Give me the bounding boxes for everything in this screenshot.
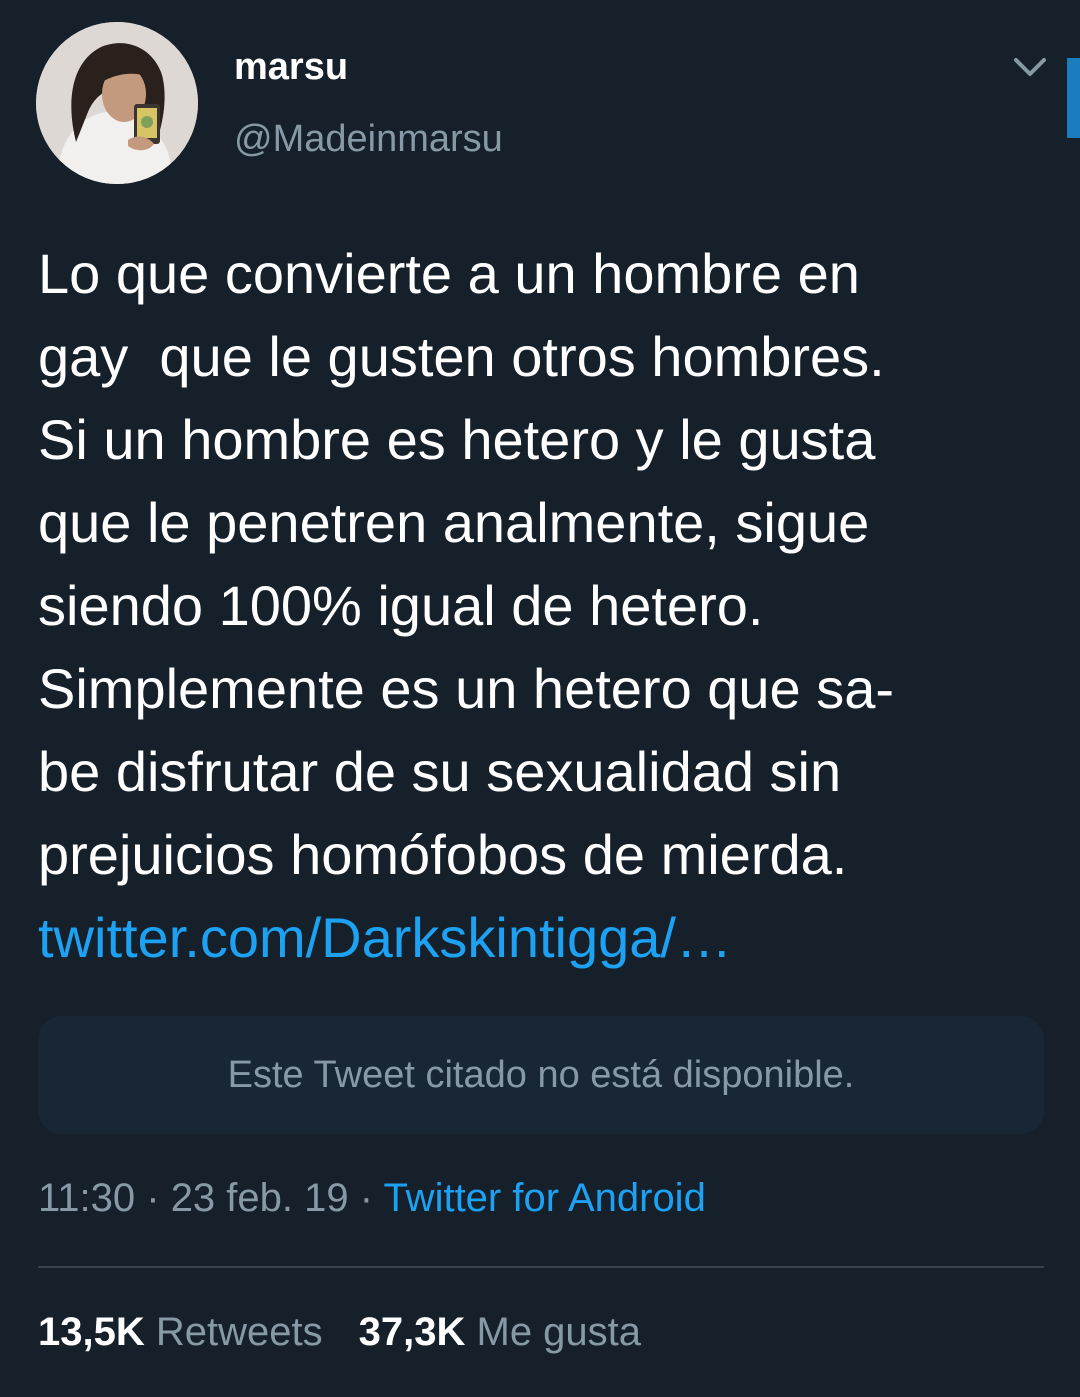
likes-stat[interactable]: 37,3K Me gusta bbox=[359, 1310, 641, 1354]
retweets-label: Retweets bbox=[155, 1310, 323, 1354]
tweet-line: Lo que convierte a un hombre en bbox=[38, 242, 860, 305]
divider bbox=[38, 1266, 1044, 1268]
tweet-line: gay que le gusten otros hombres. bbox=[38, 325, 885, 388]
user-handle[interactable]: @Madeinmarsu bbox=[234, 118, 503, 161]
tweet-line: Simplemente es un hetero que sa- bbox=[38, 657, 895, 720]
meta-separator: · bbox=[348, 1176, 384, 1220]
tweet-metadata: 11:30 · 23 feb. 19 · Twitter for Android bbox=[38, 1176, 706, 1221]
quoted-tweet-card[interactable]: Este Tweet citado no está disponible. bbox=[38, 1016, 1044, 1134]
avatar-photo bbox=[36, 22, 198, 184]
tweet-link[interactable]: twitter.com/Darkskintigga/… bbox=[38, 896, 1048, 979]
avatar[interactable] bbox=[36, 22, 198, 184]
tweet-text: Lo que convierte a un hombre en gay que … bbox=[38, 232, 1048, 979]
retweets-stat[interactable]: 13,5K Retweets bbox=[38, 1310, 323, 1354]
tweet-line: Si un hombre es hetero y le gusta bbox=[38, 408, 876, 471]
tweet-stats: 13,5K Retweets 37,3K Me gusta bbox=[38, 1310, 641, 1355]
chevron-down-icon[interactable] bbox=[1010, 50, 1050, 84]
tweet-line: prejuicios homófobos de mierda. bbox=[38, 823, 848, 886]
tweet-line: siendo 100% igual de hetero. bbox=[38, 574, 764, 637]
tweet-time: 11:30 bbox=[38, 1176, 136, 1220]
likes-count: 37,3K bbox=[358, 1310, 466, 1354]
tweet-line: be disfrutar de su sexualidad sin bbox=[38, 740, 842, 803]
quoted-tweet-unavailable-text: Este Tweet citado no está disponible. bbox=[227, 1053, 855, 1096]
tweet-date: 23 feb. 19 bbox=[170, 1176, 349, 1220]
likes-label: Me gusta bbox=[476, 1310, 642, 1354]
tweet-source-link[interactable]: Twitter for Android bbox=[383, 1176, 705, 1220]
display-name[interactable]: marsu bbox=[234, 46, 348, 89]
scrollbar[interactable] bbox=[1067, 58, 1080, 138]
retweets-count: 13,5K bbox=[38, 1310, 145, 1354]
meta-separator: · bbox=[135, 1176, 171, 1220]
tweet-line: que le penetren analmente, sigue bbox=[38, 491, 870, 554]
